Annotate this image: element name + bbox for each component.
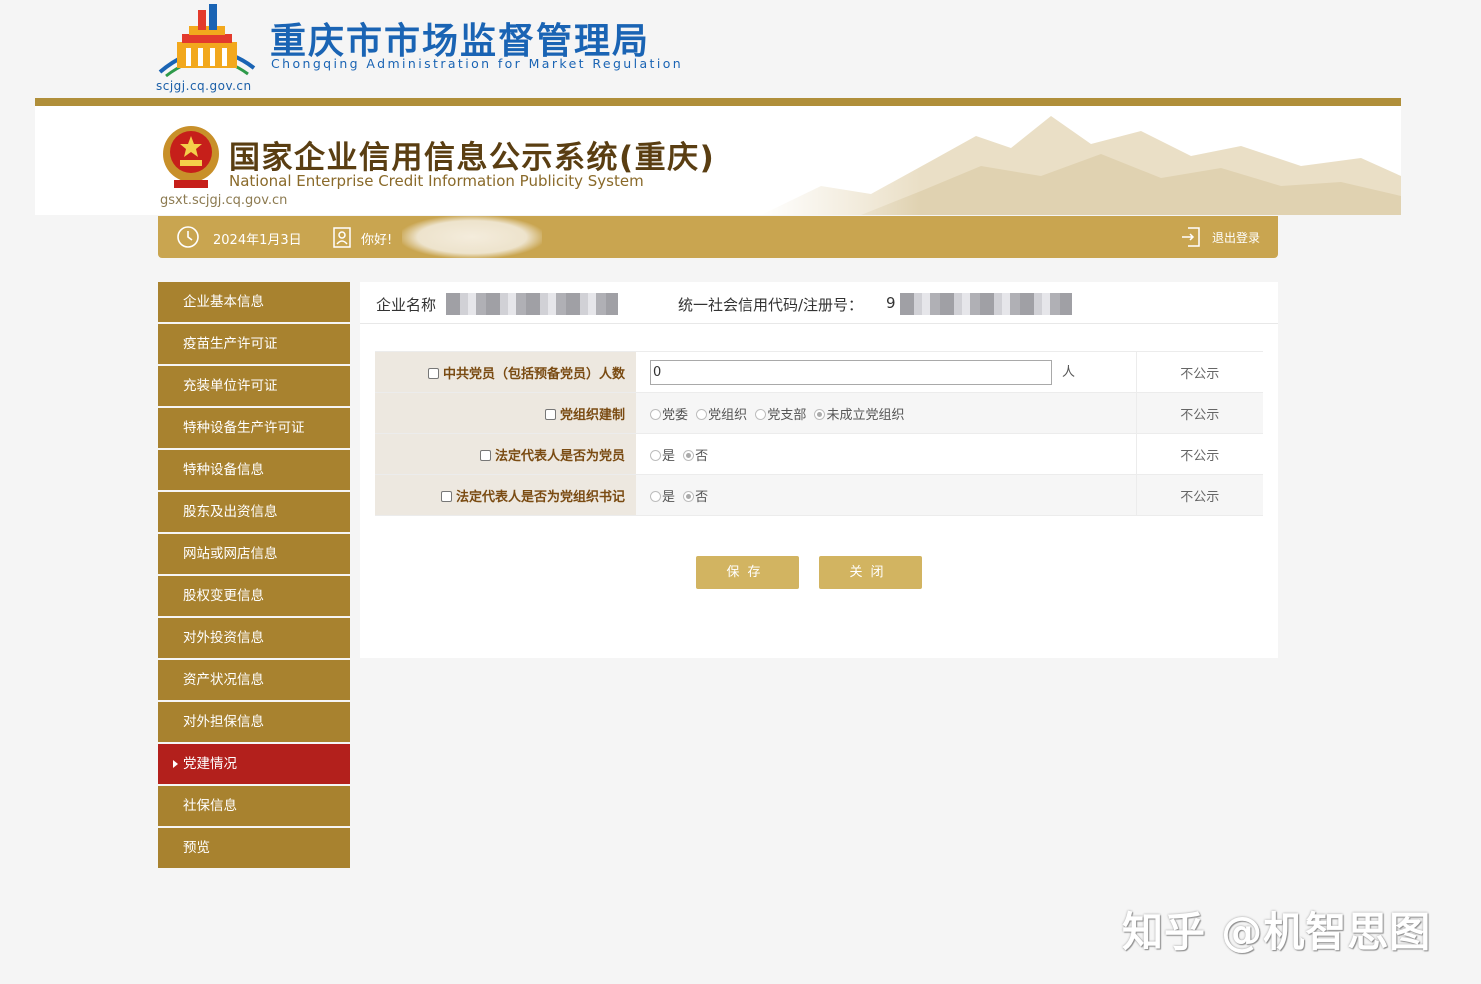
user-bar: 2024年1月3日 你好! 退出登录	[158, 216, 1278, 258]
clock-icon	[177, 226, 199, 248]
sidebar-item-label: 党建情况	[183, 756, 237, 772]
radio-party-committee[interactable]	[650, 408, 661, 420]
sidebar-item-label: 资产状况信息	[183, 672, 264, 688]
agency-header: scjgj.cq.gov.cn 重庆市市场监督管理局 Chongqing Adm…	[0, 0, 1481, 98]
sidebar-item-label: 对外担保信息	[183, 714, 264, 730]
field-label: 党组织建制	[559, 407, 625, 423]
mountain-background	[761, 106, 1401, 215]
publicity-checkbox[interactable]	[440, 490, 452, 502]
radio-no-party-org[interactable]	[814, 408, 826, 420]
sidebar-item-shareholders[interactable]: 股东及出资信息	[158, 492, 350, 532]
sidebar-item-special-equipment-info[interactable]: 特种设备信息	[158, 450, 350, 490]
sidebar-item-basic-info[interactable]: 企业基本信息	[158, 282, 350, 322]
form-row-rep-is-member: 法定代表人是否为党员 是 否 不公示	[375, 433, 1263, 475]
publicity-checkbox[interactable]	[544, 408, 556, 420]
enterprise-name-label: 企业名称	[376, 296, 437, 314]
option-label: 党组织	[708, 407, 748, 423]
sidebar-item-label: 充装单位许可证	[183, 378, 278, 394]
field-label: 法定代表人是否为党员	[494, 448, 625, 464]
agency-title-en: Chongqing Administration for Market Regu…	[271, 56, 684, 71]
logout-icon[interactable]	[1180, 225, 1202, 249]
sidebar-item-label: 股东及出资信息	[183, 504, 278, 520]
sidebar-item-label: 股权变更信息	[183, 588, 264, 604]
publicity-status: 不公示	[1135, 474, 1263, 516]
sidebar-item-label: 特种设备生产许可证	[183, 420, 305, 436]
sidebar-item-special-equipment-license[interactable]: 特种设备生产许可证	[158, 408, 350, 448]
system-domain: gsxt.scjgj.cq.gov.cn	[160, 193, 288, 208]
sidebar-nav: 企业基本信息 疫苗生产许可证 充装单位许可证 特种设备生产许可证 特种设备信息 …	[158, 282, 350, 870]
redacted-username	[402, 216, 542, 258]
sidebar-item-vaccine-license[interactable]: 疫苗生产许可证	[158, 324, 350, 364]
radio-no[interactable]	[683, 449, 695, 461]
sidebar-item-guarantee[interactable]: 对外担保信息	[158, 702, 350, 742]
greeting: 你好!	[361, 233, 393, 248]
sidebar-item-filling-license[interactable]: 充装单位许可证	[158, 366, 350, 406]
redacted-enterprise-name	[446, 293, 618, 315]
member-count-input[interactable]	[650, 359, 1052, 385]
sidebar-item-investment[interactable]: 对外投资信息	[158, 618, 350, 658]
system-title: 国家企业信用信息公示系统(重庆)	[229, 140, 716, 176]
sidebar-item-label: 预览	[183, 840, 210, 856]
caret-right-icon	[173, 760, 178, 768]
form-row-org-structure: 党组织建制 党委 党组织 党支部 未成立党组织 不公示	[375, 392, 1263, 434]
credit-code-label: 统一社会信用代码/注册号：	[678, 296, 864, 314]
radio-party-org[interactable]	[696, 408, 708, 420]
header-divider	[35, 98, 1401, 106]
form-row-rep-is-secretary: 法定代表人是否为党组织书记 是 否 不公示	[375, 474, 1263, 516]
sidebar-item-equity-change[interactable]: 股权变更信息	[158, 576, 350, 616]
sidebar-item-preview[interactable]: 预览	[158, 828, 350, 868]
close-button[interactable]: 关闭	[819, 556, 922, 589]
radio-no[interactable]	[683, 490, 695, 502]
sidebar-item-label: 企业基本信息	[183, 294, 264, 310]
watermark: 知乎 @机智思图	[1122, 908, 1432, 956]
publicity-checkbox[interactable]	[479, 449, 491, 461]
unit-label: 人	[1062, 364, 1076, 380]
main-panel: 企业名称 统一社会信用代码/注册号： 9 中共党员（包括预备党员）人数 人 不公…	[360, 282, 1278, 658]
radio-yes[interactable]	[650, 490, 661, 502]
sidebar-item-party-building[interactable]: 党建情况	[158, 744, 350, 784]
enterprise-info-line: 企业名称 统一社会信用代码/注册号： 9	[360, 282, 1278, 324]
redacted-credit-code	[900, 293, 1072, 315]
sidebar-item-assets[interactable]: 资产状况信息	[158, 660, 350, 700]
logout-link[interactable]: 退出登录	[1212, 229, 1260, 246]
save-button[interactable]: 保存	[696, 556, 799, 589]
option-label: 否	[695, 489, 709, 505]
option-label: 未成立党组织	[826, 407, 905, 423]
agency-logo-icon	[158, 4, 256, 78]
system-title-en: National Enterprise Credit Information P…	[229, 172, 644, 190]
option-label: 党委	[662, 407, 689, 423]
sidebar-item-label: 对外投资信息	[183, 630, 264, 646]
option-label: 是	[662, 489, 676, 505]
current-date: 2024年1月3日	[213, 233, 302, 248]
radio-yes[interactable]	[650, 449, 661, 461]
party-building-form: 中共党员（包括预备党员）人数 人 不公示 党组织建制 党委 党组织 党支部 未成…	[375, 351, 1263, 516]
national-emblem-icon	[163, 126, 219, 188]
agency-domain: scjgj.cq.gov.cn	[156, 79, 252, 93]
sidebar-item-label: 社保信息	[183, 798, 237, 814]
radio-party-branch[interactable]	[755, 408, 767, 420]
credit-code-prefix: 9	[886, 294, 896, 312]
sidebar-item-label: 特种设备信息	[183, 462, 264, 478]
option-label: 否	[695, 448, 709, 464]
option-label: 党支部	[767, 407, 807, 423]
system-banner: 国家企业信用信息公示系统(重庆) National Enterprise Cre…	[35, 106, 1401, 215]
publicity-status: 不公示	[1135, 351, 1263, 393]
sidebar-item-website[interactable]: 网站或网店信息	[158, 534, 350, 574]
field-label: 法定代表人是否为党组织书记	[455, 489, 625, 505]
field-label: 中共党员（包括预备党员）人数	[442, 366, 625, 382]
publicity-status: 不公示	[1135, 433, 1263, 475]
user-badge-icon	[333, 227, 351, 248]
publicity-checkbox[interactable]	[427, 367, 439, 379]
sidebar-item-social-insurance[interactable]: 社保信息	[158, 786, 350, 826]
sidebar-item-label: 疫苗生产许可证	[183, 336, 278, 352]
publicity-status: 不公示	[1135, 392, 1263, 434]
sidebar-item-label: 网站或网店信息	[183, 546, 278, 562]
form-row-member-count: 中共党员（包括预备党员）人数 人 不公示	[375, 351, 1263, 393]
option-label: 是	[662, 448, 676, 464]
